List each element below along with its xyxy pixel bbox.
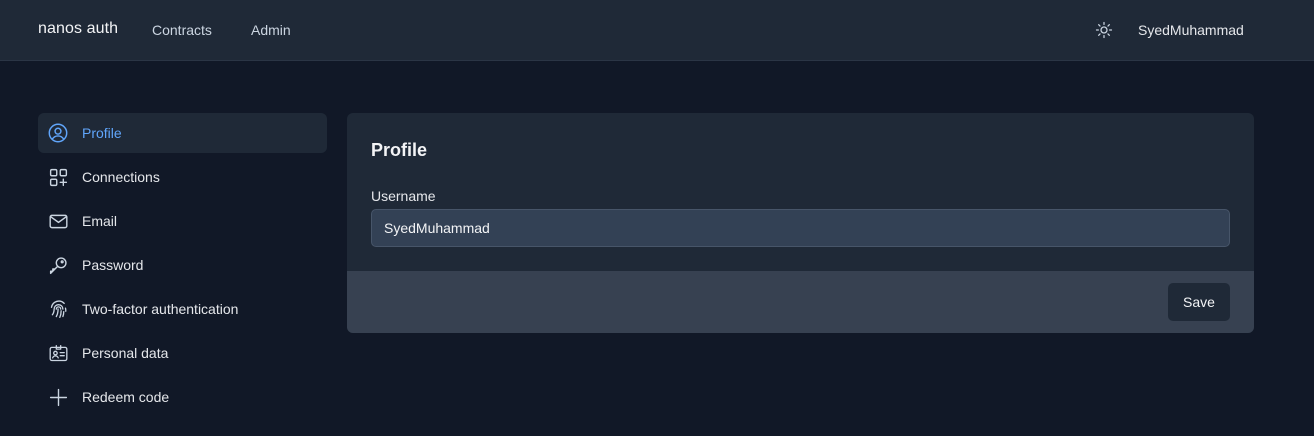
sun-icon[interactable] bbox=[1094, 20, 1114, 40]
sidebar-item-profile[interactable]: Profile bbox=[38, 113, 327, 153]
nav-link-contracts[interactable]: Contracts bbox=[152, 22, 212, 38]
plus-icon bbox=[47, 386, 69, 408]
sidebar-item-personal-data[interactable]: Personal data bbox=[38, 333, 327, 373]
username-input[interactable] bbox=[371, 209, 1230, 247]
card-title: Profile bbox=[371, 140, 428, 160]
sidebar-item-password[interactable]: Password bbox=[38, 245, 327, 285]
sidebar-item-label: Personal data bbox=[82, 345, 169, 361]
save-button[interactable]: Save bbox=[1168, 283, 1230, 321]
username-label: Username bbox=[371, 188, 436, 204]
brand-title[interactable]: nanos auth bbox=[38, 20, 118, 38]
identification-icon bbox=[47, 342, 69, 364]
nav-link-admin[interactable]: Admin bbox=[251, 22, 291, 38]
settings-sidebar: Profile Connections Email Password Two-f… bbox=[38, 113, 327, 421]
sidebar-item-label: Connections bbox=[82, 169, 160, 185]
key-icon bbox=[47, 254, 69, 276]
sidebar-item-email[interactable]: Email bbox=[38, 201, 327, 241]
sidebar-item-label: Redeem code bbox=[82, 389, 170, 405]
sidebar-item-label: Two-factor authentication bbox=[82, 301, 239, 317]
card-footer: Save bbox=[347, 271, 1254, 333]
sidebar-item-connections[interactable]: Connections bbox=[38, 157, 327, 197]
user-menu[interactable]: SyedMuhammad bbox=[1138, 22, 1244, 38]
sidebar-item-label: Email bbox=[82, 213, 118, 229]
sidebar-item-two-factor[interactable]: Two-factor authentication bbox=[38, 289, 327, 329]
profile-card: Profile Username Save bbox=[347, 113, 1254, 333]
top-navbar: nanos auth Contracts Admin SyedMuhammad bbox=[0, 0, 1314, 61]
sidebar-item-label: Password bbox=[82, 257, 144, 273]
squares-plus-icon bbox=[47, 166, 69, 188]
sidebar-item-label: Profile bbox=[82, 125, 122, 141]
user-circle-icon bbox=[47, 122, 69, 144]
sidebar-item-redeem-code[interactable]: Redeem code bbox=[38, 377, 327, 417]
envelope-icon bbox=[47, 210, 69, 232]
fingerprint-icon bbox=[47, 298, 69, 320]
